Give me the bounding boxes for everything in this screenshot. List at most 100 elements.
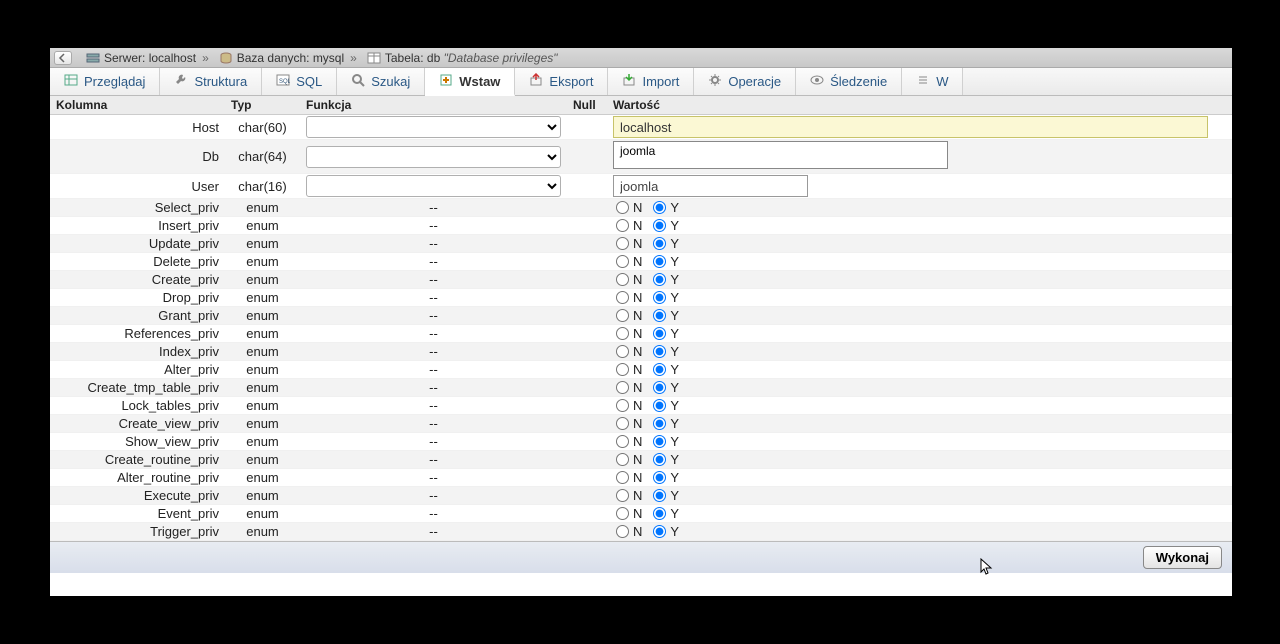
column-name: Insert_priv <box>50 217 225 235</box>
radio-n[interactable] <box>616 525 629 538</box>
radio-n[interactable] <box>616 255 629 268</box>
enum-radio-group: NY <box>613 290 1226 305</box>
gear-icon <box>708 73 722 90</box>
function-cell: -- <box>300 469 567 487</box>
svg-text:SQL: SQL <box>279 79 290 85</box>
radio-n[interactable] <box>616 345 629 358</box>
user-input[interactable] <box>613 175 808 197</box>
radio-y[interactable] <box>653 417 666 430</box>
tab-browse[interactable]: Przeglądaj <box>50 68 160 95</box>
radio-n[interactable] <box>616 381 629 394</box>
host-input[interactable] <box>613 116 1208 138</box>
column-name: Update_priv <box>50 235 225 253</box>
function-select[interactable] <box>306 116 561 138</box>
row-show_view_priv: Show_view_privenum--NY <box>50 433 1232 451</box>
value-cell: NY <box>607 289 1232 307</box>
function-cell: -- <box>300 415 567 433</box>
tab-search[interactable]: Szukaj <box>337 68 425 95</box>
radio-n[interactable] <box>616 327 629 340</box>
radio-y[interactable] <box>653 435 666 448</box>
function-cell: -- <box>300 523 567 541</box>
footer-bar: Wykonaj <box>50 541 1232 573</box>
radio-y[interactable] <box>653 327 666 340</box>
null-cell <box>567 325 607 343</box>
radio-y[interactable] <box>653 525 666 538</box>
search-icon <box>351 73 365 90</box>
tab-operations[interactable]: Operacje <box>694 68 796 95</box>
column-type: enum <box>225 271 300 289</box>
radio-y[interactable] <box>653 309 666 322</box>
radio-n[interactable] <box>616 363 629 376</box>
radio-n[interactable] <box>616 291 629 304</box>
radio-y[interactable] <box>653 399 666 412</box>
radio-y[interactable] <box>653 471 666 484</box>
radio-y[interactable] <box>653 201 666 214</box>
radio-y[interactable] <box>653 489 666 502</box>
column-type: char(16) <box>225 174 300 199</box>
radio-y-label: Y <box>668 326 685 341</box>
header-kolumna: Kolumna <box>50 96 225 115</box>
row-alter_routine_priv: Alter_routine_privenum--NY <box>50 469 1232 487</box>
tab-label: Przeglądaj <box>84 74 145 89</box>
tab-tracking[interactable]: Śledzenie <box>796 68 902 95</box>
radio-n[interactable] <box>616 237 629 250</box>
radio-y[interactable] <box>653 219 666 232</box>
import-icon <box>622 73 636 90</box>
null-cell <box>567 523 607 541</box>
back-button[interactable] <box>54 51 72 65</box>
db-input[interactable] <box>613 141 948 169</box>
radio-y-label: Y <box>668 470 685 485</box>
tab-insert[interactable]: Wstaw <box>425 68 515 96</box>
radio-y[interactable] <box>653 453 666 466</box>
tab-sql[interactable]: SQLSQL <box>262 68 337 95</box>
header-null: Null <box>567 96 607 115</box>
crumb-server-value[interactable]: localhost <box>149 51 196 65</box>
radio-n[interactable] <box>616 471 629 484</box>
radio-n[interactable] <box>616 453 629 466</box>
radio-n[interactable] <box>616 201 629 214</box>
row-update_priv: Update_privenum--NY <box>50 235 1232 253</box>
radio-n[interactable] <box>616 219 629 232</box>
tab-more[interactable]: W <box>902 68 963 95</box>
function-cell: -- <box>300 379 567 397</box>
radio-n[interactable] <box>616 489 629 502</box>
radio-y[interactable] <box>653 237 666 250</box>
row-alter_priv: Alter_privenum--NY <box>50 361 1232 379</box>
tab-label: Eksport <box>549 74 593 89</box>
tab-structure[interactable]: Struktura <box>160 68 262 95</box>
radio-n[interactable] <box>616 417 629 430</box>
radio-y[interactable] <box>653 507 666 520</box>
radio-n[interactable] <box>616 273 629 286</box>
database-icon <box>219 52 233 64</box>
column-type: enum <box>225 523 300 541</box>
export-icon <box>529 73 543 90</box>
radio-y[interactable] <box>653 255 666 268</box>
column-type: enum <box>225 253 300 271</box>
function-select[interactable] <box>306 175 561 197</box>
radio-y[interactable] <box>653 381 666 394</box>
sql-icon: SQL <box>276 73 290 90</box>
value-cell <box>607 140 1232 174</box>
radio-n[interactable] <box>616 309 629 322</box>
column-name: Alter_priv <box>50 361 225 379</box>
radio-y-label: Y <box>668 416 685 431</box>
radio-y[interactable] <box>653 363 666 376</box>
crumb-db-value[interactable]: mysql <box>313 51 344 65</box>
radio-n[interactable] <box>616 399 629 412</box>
radio-n-label: N <box>631 452 648 467</box>
radio-y[interactable] <box>653 273 666 286</box>
tab-import[interactable]: Import <box>608 68 694 95</box>
execute-button[interactable]: Wykonaj <box>1143 546 1222 569</box>
radio-n[interactable] <box>616 435 629 448</box>
function-select[interactable] <box>306 146 561 168</box>
crumb-table-value[interactable]: db <box>427 51 440 65</box>
tab-export[interactable]: Eksport <box>515 68 608 95</box>
radio-n[interactable] <box>616 507 629 520</box>
radio-y[interactable] <box>653 291 666 304</box>
enum-radio-group: NY <box>613 362 1226 377</box>
row-host: Hostchar(60) <box>50 115 1232 140</box>
tab-label: W <box>936 74 948 89</box>
radio-y[interactable] <box>653 345 666 358</box>
enum-radio-group: NY <box>613 326 1226 341</box>
radio-y-label: Y <box>668 236 685 251</box>
